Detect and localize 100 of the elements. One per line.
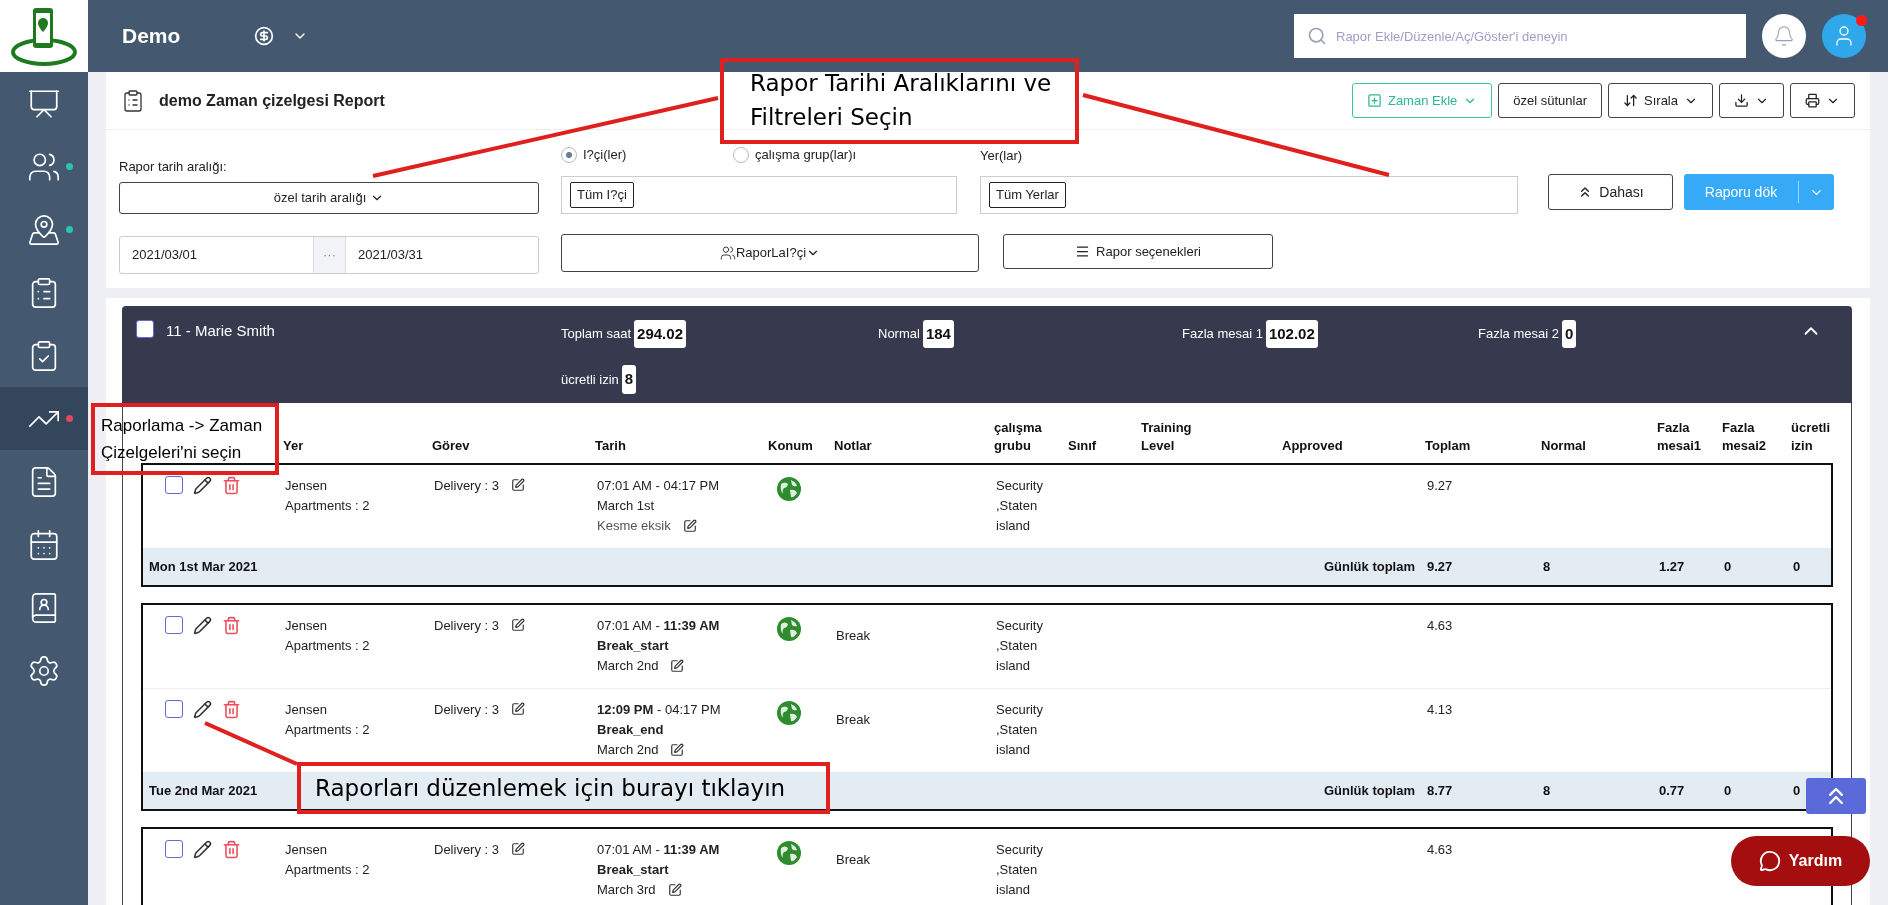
date-range-field[interactable]: 2021/03/01 ··· 2021/03/31 xyxy=(119,236,539,274)
event-name: Break_end xyxy=(597,721,665,739)
scroll-top-button[interactable] xyxy=(1806,778,1866,814)
edit-icon[interactable] xyxy=(511,842,526,856)
edit-icon[interactable] xyxy=(667,883,682,897)
event-name: Break_start xyxy=(597,861,670,879)
search-field[interactable]: Rapor Ekle/Düzenle/Aç/Göster'i deneyin xyxy=(1294,14,1746,58)
toolbar-dropdown-button[interactable] xyxy=(1719,83,1784,118)
edit-pencil-icon[interactable] xyxy=(193,700,212,719)
table-cell-text: Jensen Apartments : 2 xyxy=(285,617,371,655)
column-header: Sınıf xyxy=(1068,437,1097,455)
summary-value: 1.27 xyxy=(1659,557,1686,576)
time-range: 07:01 AM - 11:39 AM xyxy=(597,617,721,635)
calendar-icon xyxy=(27,527,61,562)
column-header: ücretli izin xyxy=(1791,419,1831,455)
summary-value: 0 xyxy=(1724,781,1733,800)
chat-icon xyxy=(1758,850,1781,872)
toolbar-button[interactable]: özel sütunlar xyxy=(1498,83,1603,118)
date-text: March 2nd xyxy=(597,657,659,675)
column-header: Tarih xyxy=(595,437,626,455)
edit-icon[interactable] xyxy=(670,743,685,757)
row-checkbox[interactable] xyxy=(165,840,183,858)
employee-name: 11 - Marie Smith xyxy=(166,321,275,341)
table-cell-text: Jensen Apartments : 2 xyxy=(285,477,371,515)
filter-tag: Tüm I?çi xyxy=(570,182,634,208)
end-date[interactable]: 2021/03/31 xyxy=(346,237,538,273)
edit-icon[interactable] xyxy=(511,702,526,716)
table-cell-text: Security ,Staten island xyxy=(996,701,1044,759)
edit-pencil-icon[interactable] xyxy=(193,476,212,495)
stat-label: Normal xyxy=(878,325,920,344)
location-field[interactable]: Tüm Yerlar xyxy=(980,176,1518,214)
employee-checkbox[interactable] xyxy=(136,320,154,338)
edit-pencil-icon[interactable] xyxy=(193,840,212,859)
trash-icon[interactable] xyxy=(222,700,241,719)
time-range: 07:01 AM - 11:39 AM xyxy=(597,841,721,859)
table-cell-text: Delivery : 3 xyxy=(434,841,500,859)
filter-tag: Tüm Yerlar xyxy=(989,182,1066,208)
start-date[interactable]: 2021/03/01 xyxy=(120,237,313,273)
summary-value: 8.77 xyxy=(1427,781,1454,800)
column-header: Normal xyxy=(1541,437,1586,455)
sidebar-item[interactable] xyxy=(0,387,88,450)
stat-value: 8 xyxy=(621,365,637,394)
table-cell: Break xyxy=(836,628,870,643)
trash-icon[interactable] xyxy=(222,476,241,495)
help-button[interactable]: Yardım xyxy=(1731,836,1870,886)
column-header: Görev xyxy=(432,437,470,455)
edit-icon[interactable] xyxy=(511,618,526,632)
edit-icon[interactable] xyxy=(511,478,526,492)
table-cell: Break xyxy=(836,852,870,867)
row-checkbox[interactable] xyxy=(165,476,183,494)
report-icon xyxy=(121,88,145,113)
trash-icon[interactable] xyxy=(222,616,241,635)
column-header: Toplam xyxy=(1425,437,1471,455)
stat-label: ücretli izin xyxy=(561,370,619,389)
column-header: Yer xyxy=(283,437,304,455)
user-avatar[interactable] xyxy=(1822,14,1866,58)
report-by-dropdown[interactable]: RaporLaI?çi xyxy=(561,234,979,272)
column-header: Training Level xyxy=(1141,419,1193,455)
row-checkbox[interactable] xyxy=(165,616,183,634)
table-cell-text: 4.63 xyxy=(1427,841,1454,859)
notification-button[interactable] xyxy=(1762,14,1806,58)
summary-value: 0 xyxy=(1724,557,1733,576)
day-date: Tue 2nd Mar 2021 xyxy=(149,781,258,800)
more-button[interactable]: Dahası xyxy=(1548,174,1673,210)
callout-box: Raporları düzenlemek için burayı tıklayın xyxy=(297,762,830,814)
globe-icon xyxy=(776,700,802,726)
summary-value: 0.77 xyxy=(1659,781,1686,800)
range-dropdown[interactable]: özel tarih aralığı xyxy=(119,182,539,214)
edit-pencil-icon[interactable] xyxy=(193,616,212,635)
table-cell-text: Delivery : 3 xyxy=(434,701,500,719)
time-range: 07:01 AM - 04:17 PM xyxy=(597,477,721,495)
table-cell-text: 4.63 xyxy=(1427,617,1454,635)
date-text: March 2nd xyxy=(597,741,659,759)
report-title: demo Zaman çizelgesi Report xyxy=(159,90,385,111)
toolbar-button[interactable]: Sırala xyxy=(1608,83,1713,118)
stat-label: Fazla mesai 1 xyxy=(1182,325,1263,344)
report-options-button[interactable]: Rapor seçenekleri xyxy=(1003,234,1273,269)
edit-icon[interactable] xyxy=(670,659,685,673)
stat-value: 0 xyxy=(1561,319,1577,349)
radio-label: I?çi(ler) xyxy=(583,146,627,165)
stat-label: Toplam saat xyxy=(561,325,632,344)
stat-value: 102.02 xyxy=(1265,319,1318,349)
globe-icon xyxy=(776,476,802,502)
trash-icon[interactable] xyxy=(222,840,241,859)
field-label: Yer(lar) xyxy=(980,147,1024,164)
table-cell-text: 4.13 xyxy=(1427,701,1454,719)
range-separator: ··· xyxy=(313,237,346,273)
printer-icon xyxy=(1805,93,1820,108)
summary-value: 9.27 xyxy=(1427,557,1454,576)
column-header: Fazla mesai1 xyxy=(1657,419,1703,455)
table-cell: Break xyxy=(836,712,870,727)
toolbar-dropdown-button[interactable] xyxy=(1790,83,1855,118)
currency-icon[interactable] xyxy=(254,26,275,46)
row-checkbox[interactable] xyxy=(165,700,183,718)
summary-value: 8 xyxy=(1543,781,1552,800)
date-text: March 3rd xyxy=(597,881,656,899)
edit-icon[interactable] xyxy=(682,519,697,533)
employee-field[interactable]: Tüm I?çi xyxy=(561,176,957,214)
table-cell-text: Delivery : 3 xyxy=(434,477,500,495)
add-icon xyxy=(1366,93,1382,108)
